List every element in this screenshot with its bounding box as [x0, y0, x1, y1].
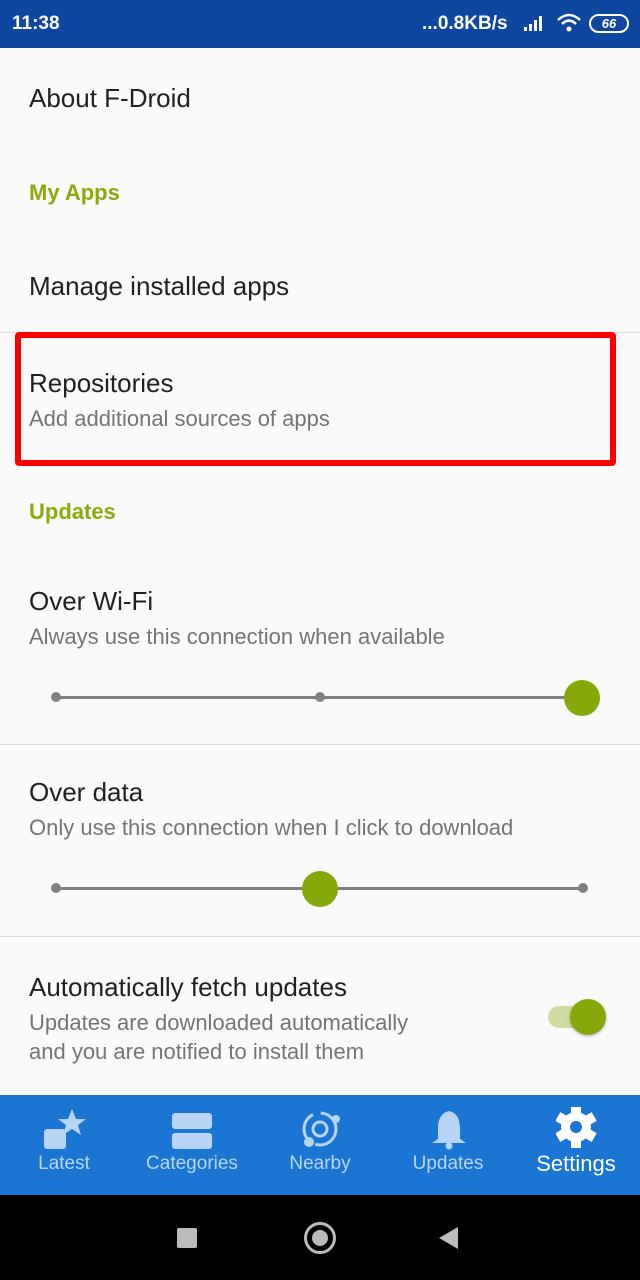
slider-tick [578, 883, 588, 893]
back-button[interactable] [438, 1226, 460, 1250]
over-data-slider-thumb[interactable] [302, 871, 338, 907]
divider [0, 744, 640, 745]
recents-button[interactable] [177, 1228, 197, 1248]
nav-settings-label: Settings [536, 1151, 616, 1176]
auto-fetch-summary-1: Updates are downloaded automatically [29, 1010, 409, 1035]
nav-latest[interactable]: Latest [0, 1095, 128, 1195]
over-wifi-slider-thumb[interactable] [564, 680, 600, 716]
over-wifi-title: Over Wi-Fi [29, 586, 154, 616]
over-data-title: Over data [29, 777, 144, 807]
battery-icon: 66 [589, 14, 629, 33]
auto-fetch-title: Automatically fetch updates [29, 972, 347, 1002]
slider-tick [315, 692, 325, 702]
manage-installed-apps-item[interactable]: Manage installed apps [29, 271, 289, 302]
nav-updates-label: Updates [412, 1153, 484, 1174]
nearby-icon [302, 1111, 340, 1147]
over-wifi-summary: Always use this connection when availabl… [29, 624, 445, 649]
categories-icon [172, 1113, 212, 1149]
highlight-box [15, 332, 616, 466]
auto-fetch-summary-2: and you are notified to install them [29, 1039, 365, 1064]
over-data-summary: Only use this connection when I click to… [29, 815, 514, 840]
system-navigation-bar [0, 1195, 640, 1280]
home-button[interactable] [304, 1222, 336, 1254]
bell-icon [432, 1111, 466, 1150]
divider [0, 936, 640, 937]
network-speed: ...0.8KB/s [422, 13, 508, 34]
latest-star-icon [44, 1109, 86, 1149]
nav-settings[interactable]: Settings [512, 1095, 640, 1195]
nav-latest-label: Latest [38, 1153, 90, 1174]
about-fdroid-item[interactable]: About F-Droid [29, 83, 191, 114]
nav-updates[interactable]: Updates [384, 1095, 512, 1195]
nav-categories-label: Categories [146, 1153, 238, 1174]
gear-icon [556, 1107, 597, 1148]
nav-categories[interactable]: Categories [128, 1095, 256, 1195]
status-bar: 11:38 ...0.8KB/s 66 [0, 0, 640, 48]
toggle-thumb[interactable] [570, 999, 606, 1035]
nav-nearby[interactable]: Nearby [256, 1095, 384, 1195]
clock: 11:38 [12, 13, 60, 34]
bottom-navigation: Latest Categories Nearby Updates Setting… [0, 1095, 640, 1195]
nav-nearby-label: Nearby [289, 1153, 351, 1174]
wifi-icon [557, 13, 581, 32]
slider-tick [51, 692, 61, 702]
slider-tick [51, 883, 61, 893]
my-apps-header: My Apps [29, 180, 120, 205]
signal-icon [524, 16, 542, 31]
updates-header: Updates [29, 499, 116, 524]
